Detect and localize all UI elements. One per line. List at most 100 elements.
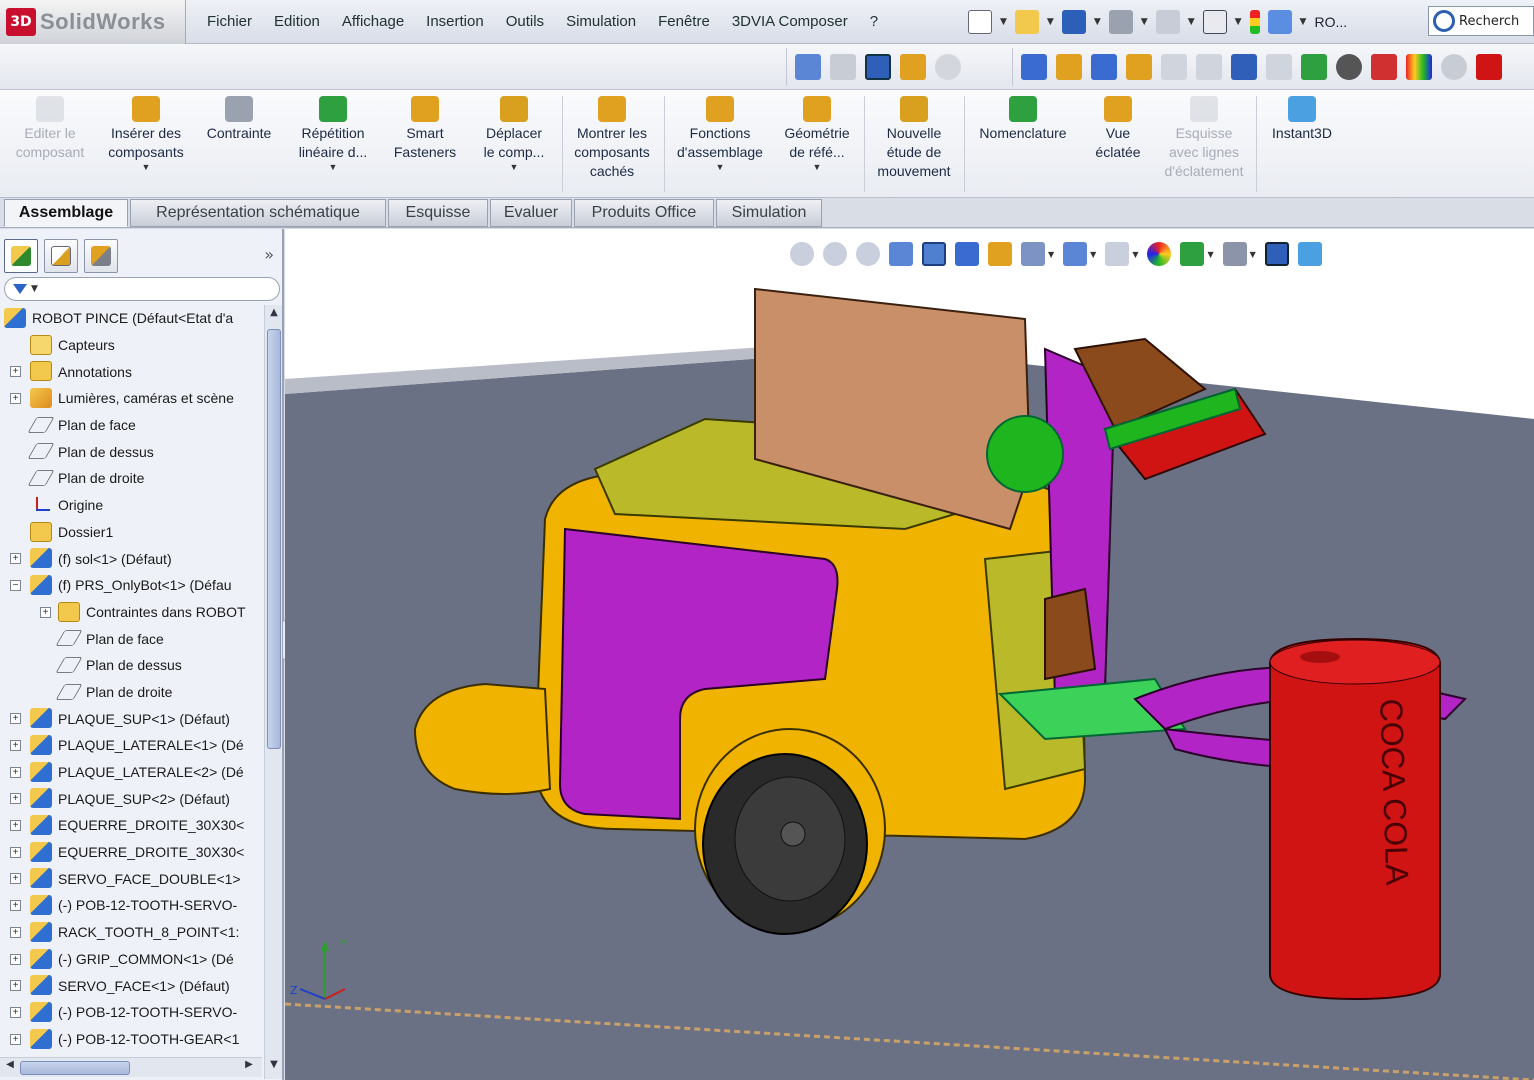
tab-4[interactable]: Produits Office — [574, 199, 714, 227]
tree-item[interactable]: Plan de dessus — [0, 438, 262, 465]
shadows-icon[interactable] — [1297, 242, 1322, 266]
ribbon-dropdown-caret[interactable]: ▼ — [98, 162, 194, 172]
ribbon-dropdown-caret[interactable]: ▼ — [286, 162, 380, 172]
display-style-icon[interactable] — [1021, 242, 1045, 266]
undo-icon[interactable] — [1155, 10, 1180, 34]
menu-item-8[interactable]: ? — [859, 13, 889, 30]
tree-expander[interactable]: + — [10, 820, 21, 832]
save-icon[interactable] — [1061, 10, 1086, 34]
file-properties-icon[interactable] — [1267, 10, 1292, 34]
tree-expander[interactable]: + — [10, 926, 21, 938]
interference-icon[interactable] — [1266, 54, 1292, 80]
tree-item[interactable]: + PLAQUE_SUP<2> (Défaut) — [0, 785, 262, 812]
search-box[interactable]: Recherch — [1428, 6, 1534, 36]
tree-item[interactable]: + PLAQUE_LATERALE<2> (Dé — [0, 759, 262, 786]
tree-item[interactable]: Capteurs — [0, 332, 262, 359]
ribbon-button-3[interactable]: Répétition linéaire d... ▼ — [286, 96, 380, 172]
ribbon-button-12[interactable]: Esquisse avec lignes d'éclatement — [1156, 96, 1252, 181]
tree-expander[interactable]: + — [10, 953, 21, 965]
tree-item[interactable]: + EQUERRE_DROITE_30X30< — [0, 812, 262, 839]
ribbon-dropdown-caret[interactable]: ▼ — [670, 162, 770, 172]
view-settings-icon[interactable] — [1180, 242, 1205, 266]
select-filter-icon[interactable] — [795, 54, 821, 80]
rendering-tools-icon[interactable] — [1222, 242, 1247, 266]
tree-expander[interactable]: + — [10, 873, 21, 885]
feature-manager-tab[interactable] — [4, 239, 38, 273]
search-icon[interactable] — [1433, 10, 1455, 32]
menu-item-1[interactable]: Edition — [263, 13, 331, 30]
tree-item[interactable]: Plan de face — [0, 625, 262, 652]
tree-item[interactable]: + PLAQUE_LATERALE<1> (Dé — [0, 732, 262, 759]
select-cursor-icon[interactable] — [1202, 10, 1227, 34]
menu-item-4[interactable]: Outils — [495, 13, 555, 30]
hide-show-caret[interactable]: ▼ — [1090, 250, 1096, 259]
property-manager-tab[interactable] — [44, 239, 78, 273]
configuration-manager-tab[interactable] — [84, 239, 118, 273]
pinion-gear[interactable] — [986, 415, 1064, 493]
expand-panel-chevron[interactable]: » — [264, 245, 274, 264]
hole-alignment-icon[interactable] — [1371, 54, 1397, 80]
zoom-to-fit-icon[interactable] — [790, 242, 814, 266]
tab-3[interactable]: Evaluer — [490, 199, 572, 227]
graphics-viewport[interactable]: COCA COLA Y Z ▼ ▼ ▼ ▼ ▼ — [285, 229, 1534, 1080]
filter-dropdown-caret[interactable]: ▼ — [31, 284, 38, 294]
rendering-caret[interactable]: ▼ — [1250, 250, 1256, 259]
tree-item[interactable]: + (-) POB-12-TOOTH-GEAR<1 — [0, 1026, 262, 1049]
tree-expander[interactable]: − — [10, 579, 21, 591]
display-mode-icon[interactable] — [865, 54, 891, 80]
verify-icon[interactable] — [1441, 54, 1467, 80]
zoom-to-area-icon[interactable] — [823, 242, 847, 266]
rebuild-traffic-light-icon[interactable] — [1249, 10, 1260, 34]
tree-expander[interactable]: + — [10, 980, 21, 992]
view-settings-caret[interactable]: ▼ — [1207, 250, 1213, 259]
ribbon-button-2[interactable]: Contrainte — [198, 96, 280, 143]
tree-item[interactable]: + RACK_TOOTH_8_POINT<1: — [0, 919, 262, 946]
ribbon-button-6[interactable]: Montrer les composants cachés — [564, 96, 660, 181]
tree-item[interactable]: Plan de droite — [0, 465, 262, 492]
horizontal-scroll-thumb[interactable] — [20, 1061, 130, 1075]
filter-funnel-icon[interactable] — [13, 284, 27, 294]
new-document-icon[interactable] — [968, 10, 992, 34]
tree-expander[interactable]: + — [10, 846, 21, 858]
realview-icon[interactable] — [1264, 242, 1289, 266]
tab-1[interactable]: Représentation schématique — [130, 199, 386, 227]
menu-item-5[interactable]: Simulation — [555, 13, 647, 30]
tab-0[interactable]: Assemblage — [4, 199, 128, 227]
tree-expander[interactable]: + — [10, 1033, 21, 1045]
tree-item[interactable]: + (-) GRIP_COMMON<1> (Dé — [0, 946, 262, 973]
tree-expander[interactable]: + — [10, 393, 21, 405]
open-dropdown-caret[interactable]: ▼ — [1047, 17, 1054, 27]
appearance-caret[interactable]: ▼ — [1132, 250, 1138, 259]
tree-item[interactable]: Dossier1 — [0, 519, 262, 546]
previous-view-icon[interactable] — [856, 242, 880, 266]
tree-expander[interactable]: + — [40, 606, 51, 618]
tree-expander[interactable]: + — [10, 713, 21, 725]
scroll-left-arrow[interactable]: ◀ — [3, 1059, 17, 1077]
save-dropdown-caret[interactable]: ▼ — [1094, 17, 1101, 27]
tree-item[interactable]: Plan de droite — [0, 679, 262, 706]
tree-item[interactable]: + PLAQUE_SUP<1> (Défaut) — [0, 705, 262, 732]
print-dropdown-caret[interactable]: ▼ — [1141, 17, 1148, 27]
ribbon-dropdown-caret[interactable]: ▼ — [472, 162, 556, 172]
tree-item[interactable]: + (-) POB-12-TOOTH-SERVO- — [0, 999, 262, 1026]
solidworks-logo[interactable]: 3D SolidWorks — [0, 0, 186, 44]
tree-item[interactable]: Plan de dessus — [0, 652, 262, 679]
menu-item-7[interactable]: 3DVIA Composer — [721, 13, 859, 30]
ribbon-button-5[interactable]: Déplacer le comp... ▼ — [472, 96, 556, 172]
mass-properties-icon[interactable] — [1091, 54, 1117, 80]
select-dropdown-caret[interactable]: ▼ — [1235, 17, 1242, 27]
tree-item[interactable]: + SERVO_FACE_DOUBLE<1> — [0, 865, 262, 892]
rotate-view-icon[interactable] — [922, 242, 946, 266]
ribbon-button-0[interactable]: Editer le composant — [8, 96, 92, 162]
tree-expander[interactable]: + — [10, 793, 21, 805]
view-orientation-icon[interactable] — [988, 242, 1012, 266]
scroll-right-arrow[interactable]: ▶ — [242, 1059, 256, 1077]
tree-expander[interactable]: + — [10, 766, 21, 778]
menu-item-3[interactable]: Insertion — [415, 13, 495, 30]
layers-icon[interactable] — [900, 54, 926, 80]
spellcheck-icon[interactable] — [1021, 54, 1047, 80]
tree-item[interactable]: + (-) POB-12-TOOTH-SERVO- — [0, 892, 262, 919]
tree-expander[interactable]: + — [10, 1006, 21, 1018]
tree-expander[interactable]: + — [10, 740, 21, 751]
ribbon-button-9[interactable]: Nouvelle étude de mouvement — [866, 96, 962, 181]
